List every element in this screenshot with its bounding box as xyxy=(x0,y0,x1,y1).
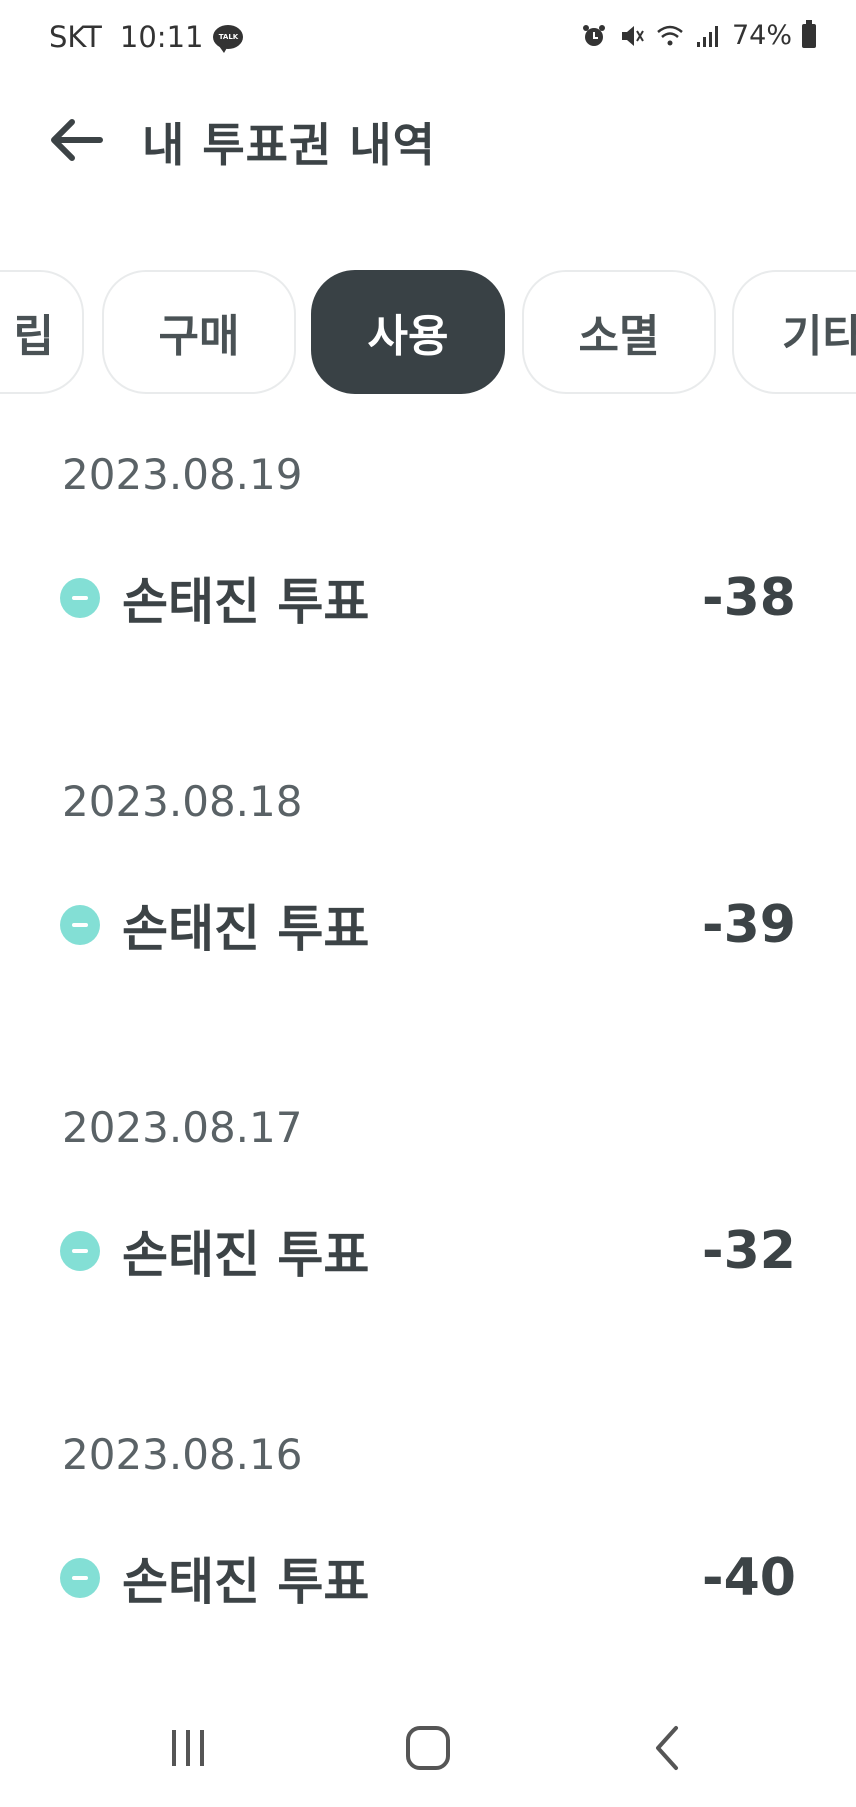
history-item-label: 손태진 투표 xyxy=(122,573,370,631)
minus-circle-icon xyxy=(60,905,100,945)
minus-circle-icon xyxy=(60,1231,100,1271)
history-group: 2023.08.19 손태진 투표 -38 xyxy=(0,450,856,750)
page-title: 내 투표권 내역 xyxy=(142,118,436,172)
tab-etc[interactable]: 기타 xyxy=(732,270,856,394)
tab-label: 립 xyxy=(13,311,54,362)
tab-label: 구매 xyxy=(158,311,240,362)
tab-earn[interactable]: 립 xyxy=(0,270,84,394)
kakaotalk-notification-icon: TALK xyxy=(213,25,244,53)
history-item-label: 손태진 투표 xyxy=(122,900,370,958)
tab-expired[interactable]: 소멸 xyxy=(522,270,716,394)
history-item[interactable]: 손태진 투표 -32 xyxy=(60,1211,796,1291)
tab-label: 기타 xyxy=(782,311,856,362)
clock: 10:11 xyxy=(119,20,204,54)
alarm-icon xyxy=(582,24,605,46)
history-group: 2023.08.17 손태진 투표 -32 xyxy=(0,1103,856,1403)
history-date: 2023.08.16 xyxy=(62,1430,303,1479)
history-date: 2023.08.18 xyxy=(62,777,303,826)
history-item[interactable]: 손태진 투표 -40 xyxy=(60,1538,796,1618)
back-icon[interactable] xyxy=(638,1718,698,1778)
history-item[interactable]: 손태진 투표 -39 xyxy=(60,885,796,965)
history-group: 2023.08.18 손태진 투표 -39 xyxy=(0,777,856,1077)
history-item-amount: -39 xyxy=(702,895,796,955)
header: 내 투표권 내역 xyxy=(0,95,856,185)
tab-purchase[interactable]: 구매 xyxy=(102,270,296,394)
history-item[interactable]: 손태진 투표 -38 xyxy=(60,558,796,638)
filter-tabs: 립 구매 사용 소멸 기타 xyxy=(0,270,856,398)
history-item-amount: -38 xyxy=(702,568,796,628)
mute-icon xyxy=(621,25,644,46)
minus-circle-icon xyxy=(60,578,100,618)
status-right: 74% xyxy=(580,19,816,51)
status-bar: SKT 10:11 TALK 74% xyxy=(0,0,856,82)
minus-circle-icon xyxy=(60,1558,100,1598)
wifi-icon xyxy=(657,25,683,45)
home-icon[interactable] xyxy=(398,1718,458,1778)
status-left: SKT 10:11 TALK xyxy=(49,20,244,54)
tab-label: 소멸 xyxy=(578,311,660,362)
history-item-amount: -40 xyxy=(702,1548,796,1608)
history-date: 2023.08.17 xyxy=(62,1103,303,1152)
history-item-label: 손태진 투표 xyxy=(122,1226,370,1284)
history-group: 2023.08.16 손태진 투표 -40 xyxy=(0,1430,856,1730)
carrier-label: SKT xyxy=(49,20,102,54)
tab-use[interactable]: 사용 xyxy=(311,270,505,394)
battery-percent: 74% xyxy=(731,20,792,51)
tab-label: 사용 xyxy=(367,311,449,362)
history-item-label: 손태진 투표 xyxy=(122,1553,370,1611)
system-nav-bar xyxy=(0,1690,856,1807)
recent-apps-icon[interactable] xyxy=(158,1718,218,1778)
signal-icon xyxy=(696,25,718,47)
history-item-amount: -32 xyxy=(702,1221,796,1281)
back-arrow-icon[interactable] xyxy=(48,117,104,163)
history-date: 2023.08.19 xyxy=(62,450,303,499)
battery-icon xyxy=(802,19,816,48)
